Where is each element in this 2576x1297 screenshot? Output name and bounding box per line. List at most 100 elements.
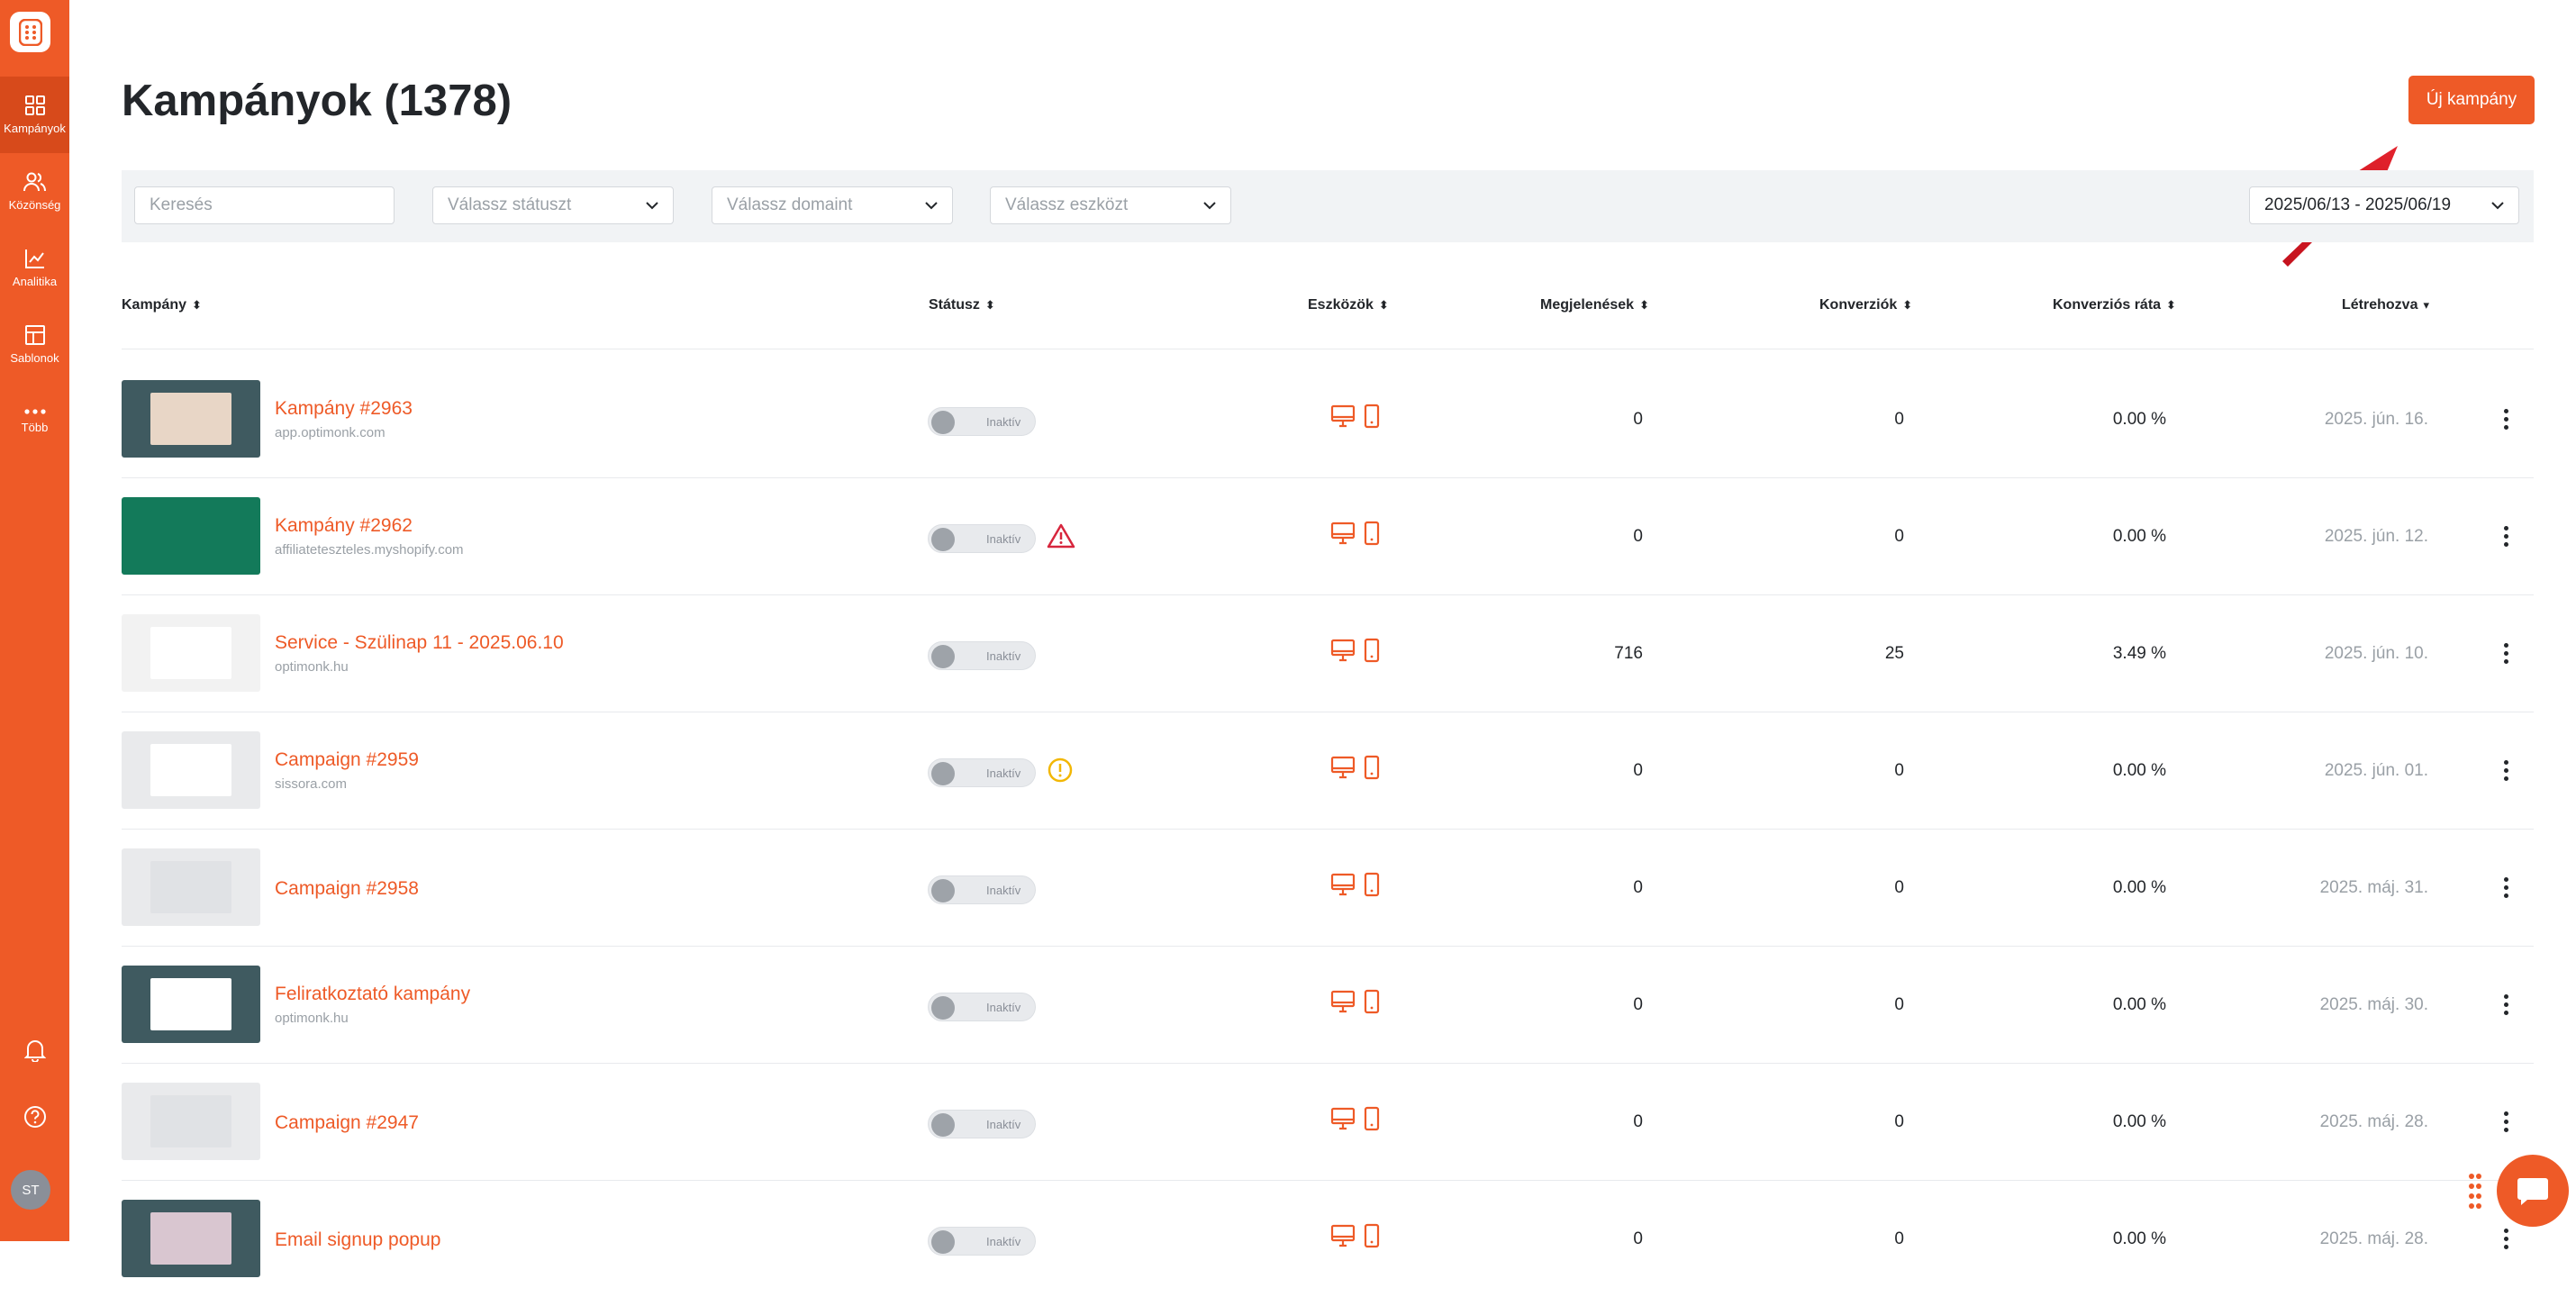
toggle-knob — [931, 645, 955, 668]
campaign-name-link[interactable]: Email signup popup — [275, 1229, 440, 1251]
column-header-devices[interactable]: Eszközök ⬍ — [1308, 297, 1389, 313]
kebab-dot-icon — [2503, 876, 2508, 882]
campaign-thumbnail[interactable] — [122, 497, 260, 575]
kebab-dot-icon — [2503, 1228, 2508, 1233]
sidebar-item-audience[interactable]: Közönség — [0, 153, 69, 230]
campaign-name-link[interactable]: Service - Szülinap 11 - 2025.06.10 — [275, 632, 564, 654]
row-menu-button[interactable] — [2495, 752, 2517, 788]
device-select[interactable]: Válassz eszközt — [990, 186, 1231, 224]
impressions-value: 0 — [1633, 1112, 1643, 1131]
campaign-name-link[interactable]: Campaign #2959 — [275, 749, 419, 771]
kebab-dot-icon — [2503, 408, 2508, 413]
campaign-thumbnail[interactable] — [122, 731, 260, 809]
status-toggle[interactable]: Inaktív — [928, 875, 1036, 904]
status-toggle[interactable]: Inaktív — [928, 993, 1036, 1021]
campaign-thumbnail[interactable] — [122, 1083, 260, 1160]
sidebar-item-label: Analitika — [12, 275, 58, 288]
conversion-rate-value: 3.49 % — [2112, 644, 2166, 663]
toggle-knob — [931, 879, 955, 902]
status-toggle[interactable]: Inaktív — [928, 641, 1036, 670]
table-row[interactable]: Campaign #2947 Inaktív 0 0 0.00 % 2025. … — [0, 1063, 2576, 1180]
campaign-thumbnail[interactable] — [122, 380, 260, 458]
campaign-thumbnail[interactable] — [122, 614, 260, 692]
column-header-label: Kampány — [122, 297, 187, 313]
kebab-dot-icon — [2503, 658, 2508, 664]
campaign-name-link[interactable]: Feliratkoztató kampány — [275, 984, 470, 1005]
column-header-created[interactable]: Létrehozva ▾ — [2342, 297, 2429, 313]
alert-circle-icon[interactable] — [1047, 757, 1074, 784]
column-header-impressions[interactable]: Megjelenések ⬍ — [1540, 297, 1649, 313]
status-toggle[interactable]: Inaktív — [928, 1227, 1036, 1256]
table-row[interactable]: Kampány #2963 app.optimonk.com Inaktív 0… — [0, 360, 2576, 477]
campaign-domain: optimonk.hu — [275, 1011, 349, 1026]
chevron-down-icon — [1203, 201, 1216, 209]
drag-handle-icon[interactable] — [2468, 1173, 2482, 1212]
column-header-campaign[interactable]: Kampány ⬍ — [122, 297, 202, 313]
column-header-status[interactable]: Státusz ⬍ — [929, 297, 995, 313]
desktop-icon — [1330, 990, 1356, 1013]
created-date: 2025. máj. 28. — [2319, 1112, 2428, 1131]
domain-select[interactable]: Válassz domaint — [712, 186, 953, 224]
row-menu-button[interactable] — [2495, 635, 2517, 671]
row-menu-button[interactable] — [2495, 986, 2517, 1022]
table-row[interactable]: Kampány #2962 affiliateteszteles.myshopi… — [0, 477, 2576, 594]
campaign-name-link[interactable]: Campaign #2947 — [275, 1112, 419, 1134]
chevron-down-icon — [646, 201, 658, 209]
row-menu-button[interactable] — [2495, 1220, 2517, 1256]
sidebar-item-campaigns[interactable]: Kampányok — [0, 77, 69, 153]
sort-icon: ⬍ — [1639, 298, 1649, 312]
status-select[interactable]: Válassz státuszt — [432, 186, 674, 224]
campaign-name-link[interactable]: Kampány #2962 — [275, 515, 413, 537]
status-toggle[interactable]: Inaktív — [928, 1110, 1036, 1138]
sidebar-item-label: Kampányok — [4, 122, 66, 135]
row-menu-button[interactable] — [2495, 869, 2517, 905]
desktop-icon — [1330, 1224, 1356, 1247]
desktop-icon — [1330, 756, 1356, 779]
chat-launcher-button[interactable] — [2497, 1155, 2569, 1227]
kebab-dot-icon — [2503, 993, 2508, 999]
new-campaign-button[interactable]: Új kampány — [2408, 76, 2535, 124]
kebab-dot-icon — [2503, 1236, 2508, 1241]
kebab-dot-icon — [2503, 1111, 2508, 1116]
status-label: Inaktív — [986, 415, 1021, 429]
sidebar-item-analytics[interactable]: Analitika — [0, 230, 69, 306]
campaign-thumbnail[interactable] — [122, 848, 260, 926]
campaign-domain: app.optimonk.com — [275, 425, 385, 440]
campaign-thumbnail[interactable] — [122, 966, 260, 1043]
column-header-label: Konverziók — [1819, 297, 1898, 313]
conversions-value: 0 — [1894, 878, 1904, 897]
row-menu-button[interactable] — [2495, 518, 2517, 554]
status-toggle[interactable]: Inaktív — [928, 758, 1036, 787]
row-menu-button[interactable] — [2495, 401, 2517, 437]
warning-triangle-icon[interactable] — [1047, 522, 1075, 549]
column-header-conversion-rate[interactable]: Konverziós ráta ⬍ — [2053, 297, 2176, 313]
conversion-rate-value: 0.00 % — [2112, 1112, 2166, 1131]
table-row[interactable]: Email signup popup Inaktív 0 0 0.00 % 20… — [0, 1180, 2576, 1297]
kebab-dot-icon — [2503, 1002, 2508, 1007]
impressions-value: 0 — [1633, 1229, 1643, 1248]
kebab-dot-icon — [2503, 759, 2508, 765]
campaign-name-link[interactable]: Kampány #2963 — [275, 398, 413, 420]
kebab-dot-icon — [2503, 424, 2508, 430]
search-input[interactable]: Keresés — [134, 186, 395, 224]
campaign-thumbnail[interactable] — [122, 1200, 260, 1277]
date-range-value: 2025/06/13 - 2025/06/19 — [2264, 195, 2452, 214]
row-menu-button[interactable] — [2495, 1103, 2517, 1139]
campaign-name-link[interactable]: Campaign #2958 — [275, 878, 419, 900]
table-row[interactable]: Service - Szülinap 11 - 2025.06.10 optim… — [0, 594, 2576, 712]
app-logo[interactable] — [10, 12, 50, 52]
filter-bar: Keresés Válassz státuszt Válassz domaint… — [122, 170, 2534, 242]
date-range-select[interactable]: 2025/06/13 - 2025/06/19 — [2249, 186, 2519, 224]
column-header-conversions[interactable]: Konverziók ⬍ — [1819, 297, 1912, 313]
status-toggle[interactable]: Inaktív — [928, 407, 1036, 436]
conversions-value: 0 — [1894, 410, 1904, 429]
table-row[interactable]: Campaign #2959 sissora.com Inaktív 0 0 0… — [0, 712, 2576, 829]
status-label: Inaktív — [986, 649, 1021, 663]
table-row[interactable]: Feliratkoztató kampány optimonk.hu Inakt… — [0, 946, 2576, 1063]
impressions-value: 716 — [1614, 644, 1643, 663]
desktop-icon — [1330, 522, 1356, 545]
status-toggle[interactable]: Inaktív — [928, 524, 1036, 553]
kebab-dot-icon — [2503, 775, 2508, 781]
table-row[interactable]: Campaign #2958 Inaktív 0 0 0.00 % 2025. … — [0, 829, 2576, 946]
kebab-dot-icon — [2503, 525, 2508, 531]
